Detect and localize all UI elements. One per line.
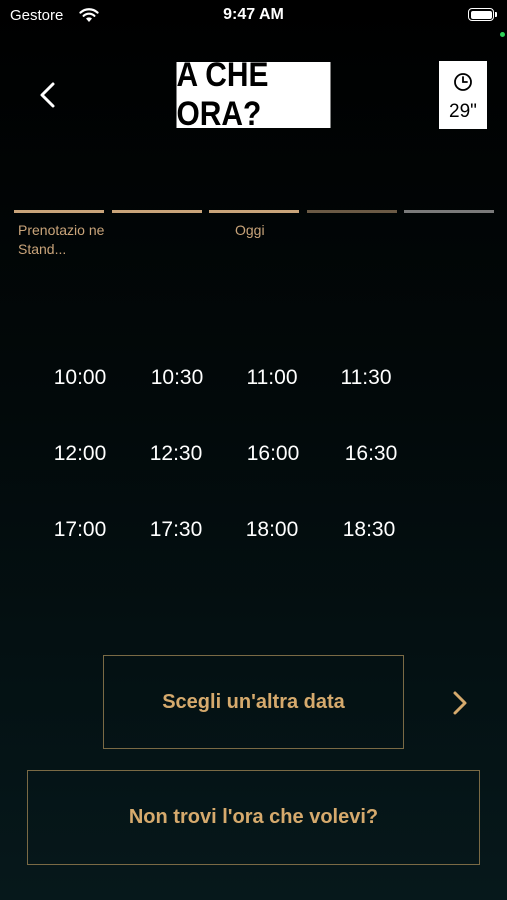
time-slot[interactable]: 10:00 xyxy=(45,366,115,390)
choose-other-date-button[interactable]: Scegli un'altra data xyxy=(103,655,404,749)
time-slot[interactable]: 18:00 xyxy=(237,518,307,542)
camera-indicator xyxy=(500,32,505,37)
step-bar-3 xyxy=(209,210,299,213)
timer-value: 29" xyxy=(449,101,477,122)
time-slot[interactable]: 16:00 xyxy=(238,442,308,466)
time-slot[interactable]: 17:30 xyxy=(141,518,211,542)
countdown-timer: 29" xyxy=(439,61,487,129)
time-slot[interactable]: 11:30 xyxy=(331,366,401,390)
time-slot[interactable]: 11:00 xyxy=(237,366,307,390)
chevron-right-icon[interactable] xyxy=(446,688,474,718)
step-bar-5 xyxy=(404,210,494,213)
battery-cap xyxy=(495,12,497,17)
clock-icon xyxy=(454,73,472,91)
battery-icon xyxy=(468,8,494,21)
time-slot[interactable]: 10:30 xyxy=(142,366,212,390)
status-time: 9:47 AM xyxy=(223,6,284,23)
time-slot[interactable]: 17:00 xyxy=(45,518,115,542)
step-bar-1 xyxy=(14,210,104,213)
step-label-service: Prenotazio ne Stand... xyxy=(18,222,105,257)
step-label-date: Oggi xyxy=(235,222,265,238)
page-title: A CHE ORA? xyxy=(176,56,331,133)
time-slot[interactable]: 16:30 xyxy=(336,442,406,466)
status-bar: Gestore 9:47 AM xyxy=(0,0,507,37)
time-slot[interactable]: 18:30 xyxy=(334,518,404,542)
time-slot[interactable]: 12:00 xyxy=(45,442,115,466)
time-slot[interactable]: 12:30 xyxy=(141,442,211,466)
step-bar-2 xyxy=(112,210,202,213)
back-chevron-icon[interactable] xyxy=(34,80,64,110)
step-bar-4 xyxy=(307,210,397,213)
time-not-found-button[interactable]: Non trovi l'ora che volevi? xyxy=(27,770,480,865)
